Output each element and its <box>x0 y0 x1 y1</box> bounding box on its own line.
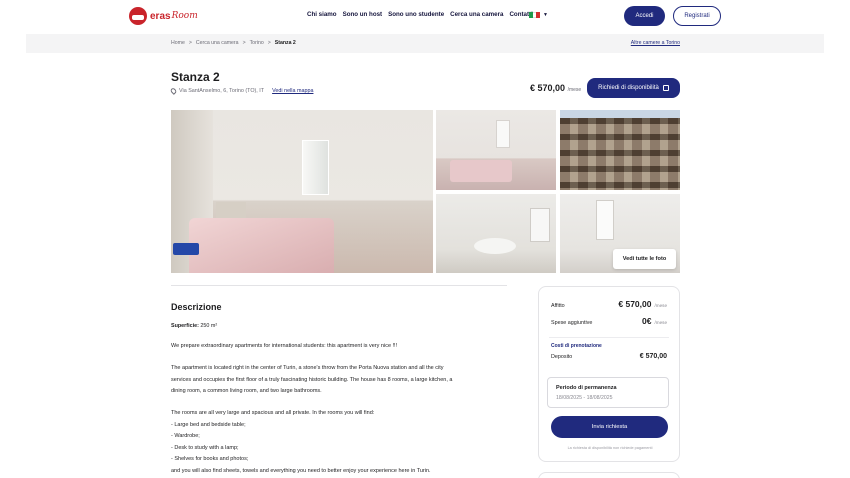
facade-shape <box>560 118 680 190</box>
description-line: The apartment is located right in the ce… <box>171 365 444 371</box>
main-nav: Chi siamo Sono un host Sono uno studente… <box>307 11 533 18</box>
payment-note: La richiesta di disponibilità non richie… <box>567 446 653 450</box>
price-unit: /mese <box>567 87 582 93</box>
request-availability-button[interactable]: Richiedi di disponibilità <box>587 78 680 98</box>
photo-building-facade[interactable] <box>560 110 680 190</box>
chevron-down-icon[interactable]: ▼ <box>543 12 548 18</box>
description-line: services and occupies the first floor of… <box>171 376 453 383</box>
request-availability-label: Richiedi di disponibilità <box>598 85 659 91</box>
secondary-card <box>538 472 680 478</box>
extra-costs-row: Spese aggiuntive 0€/mese <box>551 316 667 326</box>
view-all-photos-button[interactable]: Vedi tutte le foto <box>613 249 676 269</box>
breadcrumb: Home > Cerca una camera > Torino > Stanz… <box>171 40 296 46</box>
deposit-row: Deposito € 570,00 <box>551 353 667 360</box>
other-rooms-link[interactable]: Altre camere a Torino <box>631 40 680 46</box>
deposit-label: Deposito <box>551 354 573 360</box>
surface-info: Superficie: 250 m² <box>171 323 217 329</box>
rent-row: Affitto € 570,00/mese <box>551 299 667 309</box>
breadcrumb-separator: > <box>188 40 192 46</box>
breadcrumb-home[interactable]: Home <box>171 40 185 46</box>
breadcrumb-current: Stanza 2 <box>274 40 296 46</box>
nav-sono-un-host[interactable]: Sono un host <box>343 11 383 18</box>
window-shape <box>596 200 614 240</box>
extra-costs-unit: /mese <box>654 320 667 325</box>
window-shape <box>496 120 510 148</box>
address-text: Via SantAnselmo, 6, Torino (TO), IT <box>179 88 265 94</box>
price-header: € 570,00 /mese <box>530 83 581 93</box>
stay-period-field[interactable]: Periodo di permanenza 18/08/2025 - 18/08… <box>547 377 669 408</box>
bed-shape <box>189 218 334 273</box>
nav-sono-uno-studente[interactable]: Sono uno studente <box>388 11 444 18</box>
rent-label: Affitto <box>551 303 565 309</box>
page-title: Stanza 2 <box>171 70 220 84</box>
window-shape <box>302 140 329 195</box>
top-navbar: eras Room Chi siamo Sono un host Sono un… <box>0 0 850 34</box>
breadcrumb-separator: > <box>267 40 271 46</box>
nav-cerca-una-camera[interactable]: Cerca una camera <box>450 11 503 18</box>
description-line: - Large bed and bedside table; <box>171 421 246 428</box>
nav-chi-siamo[interactable]: Chi siamo <box>307 11 337 18</box>
card-divider <box>549 337 669 338</box>
description-line: and you will also find sheets, towels an… <box>171 467 431 474</box>
extra-costs-value-wrap: 0€/mese <box>642 316 667 326</box>
rent-value-wrap: € 570,00/mese <box>618 299 667 309</box>
booking-card: Affitto € 570,00/mese Spese aggiuntive 0… <box>538 286 680 462</box>
sky-shape <box>560 110 680 118</box>
map-pin-icon <box>169 87 178 95</box>
rent-value: € 570,00 <box>618 299 652 309</box>
window-shape <box>530 208 550 242</box>
description-text: We prepare extraordinary apartments for … <box>171 341 506 477</box>
description-line: dining room, a common living room, and t… <box>171 388 322 394</box>
section-divider <box>171 285 507 286</box>
rent-unit: /mese <box>654 303 667 308</box>
description-line: We prepare extraordinary apartments for … <box>171 343 398 349</box>
surface-label: Superficie: <box>171 323 199 329</box>
italian-flag-icon[interactable] <box>529 12 541 18</box>
description-line: - Shelves for books and photos; <box>171 456 249 462</box>
view-map-link[interactable]: Vedi nella mappa <box>272 88 313 94</box>
logo-icon <box>129 7 147 25</box>
send-request-button[interactable]: Invia richiesta <box>551 416 668 438</box>
breadcrumb-search[interactable]: Cerca una camera <box>196 40 239 46</box>
table-shape <box>474 238 516 254</box>
description-line: - Wardrobe; <box>171 433 200 439</box>
eras-room-logo[interactable]: eras Room <box>129 7 198 25</box>
surface-value: 250 m² <box>200 323 218 329</box>
calendar-icon <box>662 85 669 91</box>
breadcrumb-separator: > <box>242 40 246 46</box>
description-heading: Descrizione <box>171 302 222 312</box>
stay-period-label: Periodo di permanenza <box>556 385 617 391</box>
breadcrumb-city[interactable]: Torino <box>250 40 264 46</box>
photo-bedroom[interactable] <box>436 110 556 190</box>
description-line: The rooms are all very large and spaciou… <box>171 410 375 416</box>
description-line: - Desk to study with a lamp; <box>171 444 239 451</box>
breadcrumb-bar: Home > Cerca una camera > Torino > Stanz… <box>26 34 824 53</box>
stay-period-dates: 18/08/2025 - 18/08/2025 <box>556 395 613 401</box>
photo-dining-room[interactable] <box>436 194 556 273</box>
booking-costs-label: Costi di prenotazione <box>551 343 602 349</box>
extra-costs-label: Spese aggiuntive <box>551 320 593 326</box>
price-value: € 570,00 <box>530 83 566 93</box>
login-button[interactable]: Accedi <box>624 6 665 26</box>
extra-costs-value: 0€ <box>642 316 652 326</box>
deposit-value: € 570,00 <box>639 353 667 360</box>
logo-text: eras <box>150 10 171 22</box>
brand-badge-icon <box>173 243 199 255</box>
address-row: Via SantAnselmo, 6, Torino (TO), IT Vedi… <box>169 87 313 95</box>
bed-shape <box>450 160 512 182</box>
register-button[interactable]: Registrati <box>673 6 721 26</box>
main-photo[interactable] <box>171 110 433 273</box>
logo-script: Room <box>171 11 198 21</box>
